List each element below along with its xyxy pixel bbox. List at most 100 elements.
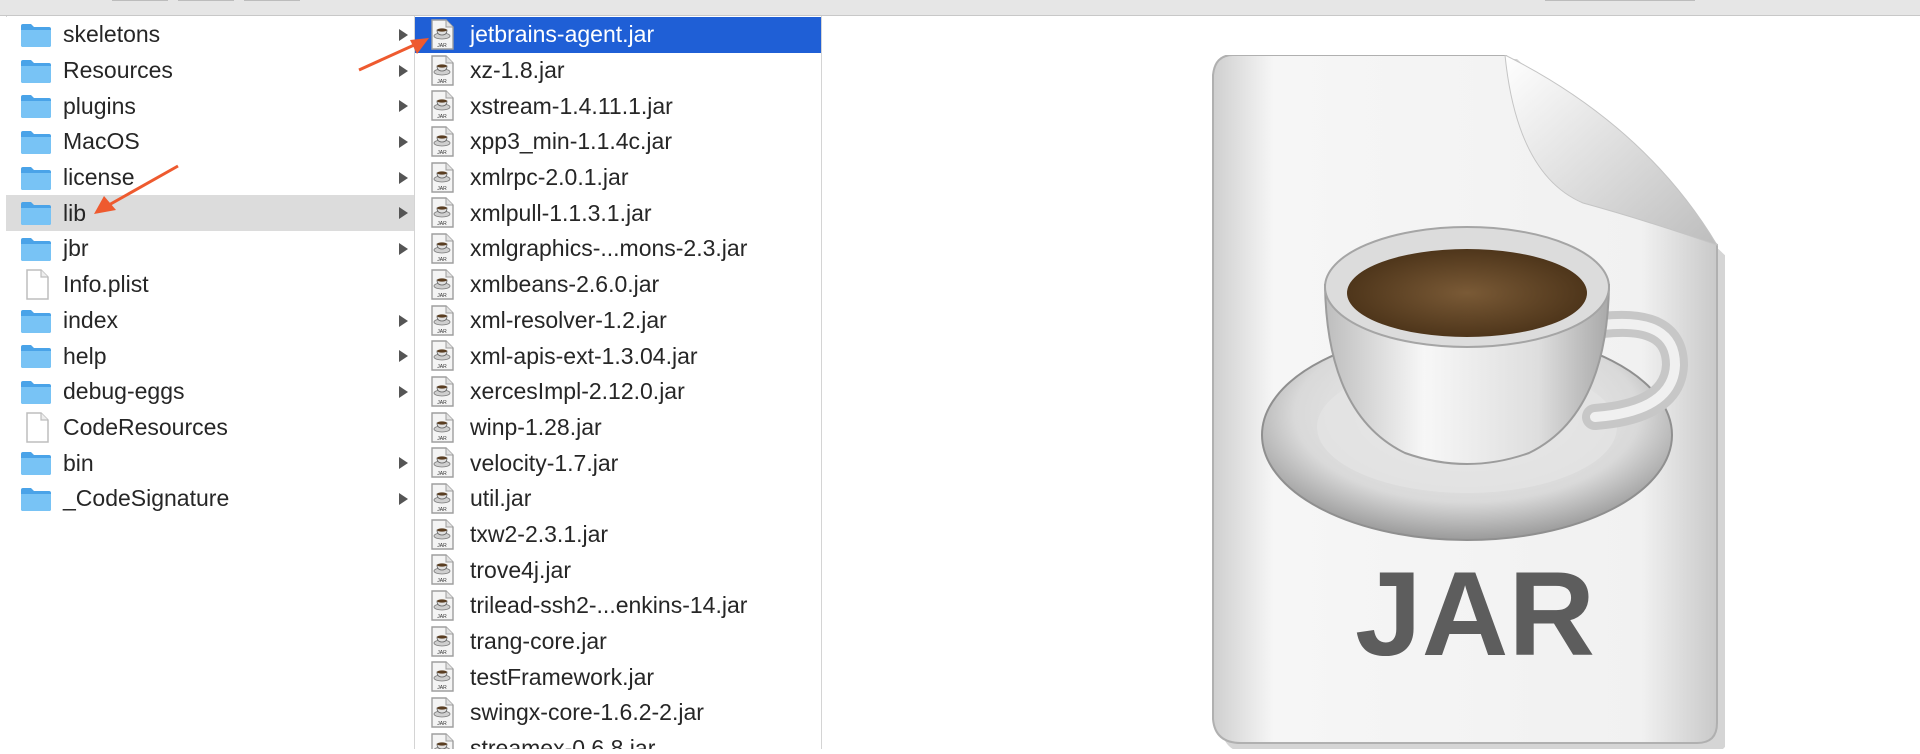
list-item[interactable]: CodeResources	[6, 410, 414, 446]
list-item[interactable]: JAR xml-resolver-1.2.jar	[415, 303, 821, 339]
disclosure-arrow-icon	[399, 493, 408, 505]
jar-file-icon: JAR	[429, 697, 455, 729]
svg-text:JAR: JAR	[437, 543, 447, 549]
disclosure-arrow-icon	[399, 65, 408, 77]
jar-file-icon: JAR	[429, 233, 455, 265]
list-item-label: streamex-0.6.8.jar	[470, 731, 655, 749]
list-item[interactable]: index	[6, 303, 414, 339]
list-item[interactable]: plugins	[6, 88, 414, 124]
jar-file-icon: JAR	[429, 519, 455, 551]
jar-file-icon: JAR	[429, 269, 455, 301]
disclosure-arrow-icon	[399, 243, 408, 255]
svg-text:JAR: JAR	[437, 114, 447, 120]
folder-icon	[20, 200, 52, 226]
disclosure-arrow-icon	[399, 386, 408, 398]
list-item[interactable]: JARxmlpull-1.1.3.1.jar	[415, 195, 821, 231]
folder-icon	[20, 486, 52, 512]
svg-text:JAR: JAR	[437, 650, 447, 656]
list-item[interactable]: skeletons	[6, 17, 414, 53]
jar-file-icon: JAR	[429, 55, 455, 87]
svg-text:JAR: JAR	[437, 43, 447, 49]
list-item[interactable]: JARtxw2-2.3.1.jar	[415, 517, 821, 553]
list-item[interactable]: JARutil.jar	[415, 481, 821, 517]
list-item-label: velocity-1.7.jar	[470, 446, 618, 481]
list-item-label: xmlgraphics-...mons-2.3.jar	[470, 231, 747, 266]
list-item-label: winp-1.28.jar	[470, 410, 602, 445]
list-item[interactable]: Info.plist	[6, 267, 414, 303]
list-item[interactable]: MacOS	[6, 124, 414, 160]
jar-file-icon: JAR	[429, 90, 455, 122]
lib-folder-column[interactable]: JARjetbrains-agent.jarJARxz-1.8.jarJARxs…	[415, 17, 821, 749]
list-item[interactable]: JAR winp-1.28.jar	[415, 410, 821, 446]
svg-text:JAR: JAR	[437, 721, 447, 727]
jar-file-icon: JAR	[429, 340, 455, 372]
parent-folder-column[interactable]: skeletonsResourcespluginsMacOSlicenselib…	[6, 17, 414, 749]
list-item[interactable]: _CodeSignature	[6, 481, 414, 517]
list-item-label: help	[63, 339, 106, 374]
list-item-label: plugins	[63, 89, 136, 124]
svg-text:JAR: JAR	[437, 293, 447, 299]
list-item[interactable]: JAR xml-apis-ext-1.3.04.jar	[415, 338, 821, 374]
list-item-label: xpp3_min-1.1.4c.jar	[470, 124, 672, 159]
svg-text:JAR: JAR	[437, 221, 447, 227]
svg-text:JAR: JAR	[437, 400, 447, 406]
list-item[interactable]: Resources	[6, 53, 414, 89]
list-item[interactable]: JAR xercesImpl-2.12.0.jar	[415, 374, 821, 410]
list-item[interactable]: JAR xpp3_min-1.1.4c.jar	[415, 124, 821, 160]
list-item-label: CodeResources	[63, 410, 228, 445]
disclosure-arrow-icon	[399, 457, 408, 469]
jar-file-icon: JAR	[429, 661, 455, 693]
list-item-label: xstream-1.4.11.1.jar	[470, 89, 673, 124]
list-item[interactable]: jbr	[6, 231, 414, 267]
document-icon	[24, 269, 56, 295]
jar-file-icon: JAR	[429, 305, 455, 337]
jar-file-icon: JAR	[429, 19, 455, 51]
list-item[interactable]: JAR xmlgraphics-...mons-2.3.jar	[415, 231, 821, 267]
list-item[interactable]: JAR xstream-1.4.11.1.jar	[415, 88, 821, 124]
toolbar-button-edge[interactable]	[178, 0, 234, 1]
toolbar-button-edge[interactable]	[112, 0, 168, 1]
list-item[interactable]: license	[6, 160, 414, 196]
list-item[interactable]: help	[6, 338, 414, 374]
list-item[interactable]: bin	[6, 445, 414, 481]
list-item-label: xz-1.8.jar	[470, 53, 565, 88]
list-item[interactable]: JAR xz-1.8.jar	[415, 53, 821, 89]
column-divider[interactable]	[821, 16, 822, 749]
list-item-label: bin	[63, 446, 94, 481]
list-item[interactable]: JARtrang-core.jar	[415, 624, 821, 660]
list-item[interactable]: JARxmlbeans-2.6.0.jar	[415, 267, 821, 303]
svg-text:JAR: JAR	[437, 329, 447, 335]
list-item[interactable]: JARtrove4j.jar	[415, 552, 821, 588]
jar-file-icon: JAR	[429, 554, 455, 586]
list-item-label: xercesImpl-2.12.0.jar	[470, 374, 685, 409]
svg-text:JAR: JAR	[437, 507, 447, 513]
jar-file-icon: JAR	[429, 626, 455, 658]
list-item[interactable]: JAR streamex-0.6.8.jar	[415, 731, 821, 749]
svg-text:JAR: JAR	[437, 471, 447, 477]
list-item[interactable]: JARtrilead-ssh2-...enkins-14.jar	[415, 588, 821, 624]
svg-text:JAR: JAR	[437, 364, 447, 370]
disclosure-arrow-icon	[399, 207, 408, 219]
list-item[interactable]: JARswingx-core-1.6.2-2.jar	[415, 695, 821, 731]
list-item-label: xml-apis-ext-1.3.04.jar	[470, 339, 698, 374]
list-item[interactable]: lib	[6, 195, 414, 231]
list-item-label: MacOS	[63, 124, 140, 159]
list-item[interactable]: JAR velocity-1.7.jar	[415, 445, 821, 481]
list-item[interactable]: debug-eggs	[6, 374, 414, 410]
list-item[interactable]: JARtestFramework.jar	[415, 659, 821, 695]
svg-text:JAR: JAR	[437, 150, 447, 156]
jar-file-icon: JAR	[429, 412, 455, 444]
list-item[interactable]: JARjetbrains-agent.jar	[415, 17, 821, 53]
folder-icon	[20, 343, 52, 369]
list-item-label: xml-resolver-1.2.jar	[470, 303, 667, 338]
folder-icon	[20, 308, 52, 334]
disclosure-arrow-icon	[399, 29, 408, 41]
jar-file-icon: JAR	[429, 733, 455, 749]
folder-icon	[20, 22, 52, 48]
disclosure-arrow-icon	[399, 315, 408, 327]
jar-file-icon: JAR	[429, 376, 455, 408]
toolbar-button-edge[interactable]	[244, 0, 300, 1]
toolbar-search-edge[interactable]	[1545, 0, 1695, 1]
disclosure-arrow-icon	[399, 172, 408, 184]
list-item[interactable]: JARxmlrpc-2.0.1.jar	[415, 160, 821, 196]
